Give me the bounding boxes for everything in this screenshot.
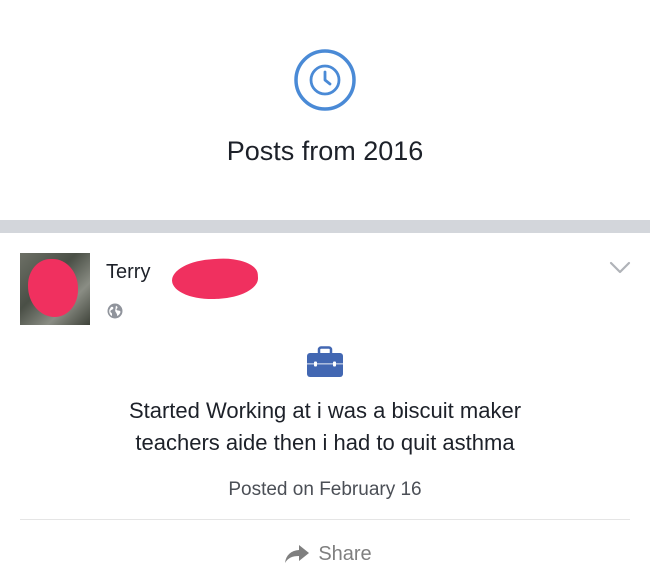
clock-icon <box>293 48 357 112</box>
name-redaction <box>171 256 259 302</box>
avatar-redaction <box>28 259 78 317</box>
briefcase-icon <box>306 346 344 378</box>
post-text-line: teachers aide then i had to quit asthma <box>135 430 515 455</box>
globe-icon[interactable] <box>107 303 123 319</box>
share-button[interactable]: Share <box>258 539 398 569</box>
post-card: Terry Started Working at i was a biscuit… <box>0 233 650 585</box>
post-date: Posted on February 16 <box>228 479 422 500</box>
author-name[interactable]: Terry <box>106 261 150 284</box>
avatar[interactable] <box>20 253 90 325</box>
chevron-down-icon[interactable] <box>609 261 631 275</box>
share-label: Share <box>318 542 372 565</box>
post-text-line: Started Working at i was a biscuit maker <box>128 398 522 423</box>
section-divider <box>0 220 650 233</box>
share-arrow-icon <box>284 544 310 564</box>
post-text: Started Working at i was a biscuit maker… <box>40 395 610 459</box>
section-title: Posts from 2016 <box>226 136 424 166</box>
memories-header-card: Posts from 2016 <box>0 0 650 220</box>
divider <box>20 519 630 520</box>
